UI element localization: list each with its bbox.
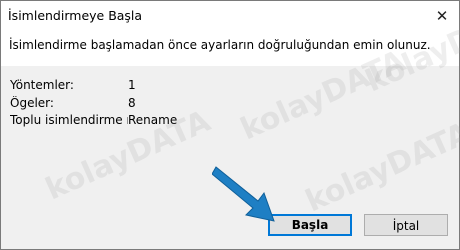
detail-value: 1: [128, 78, 136, 92]
detail-value: Rename: [128, 113, 178, 127]
detail-value: 8: [128, 96, 136, 110]
detail-label: Ögeler:: [10, 96, 54, 110]
title-bar: İsimlendirmeye Başla ✕: [1, 1, 459, 31]
confirmation-message: İsimlendirme başlamadan önce ayarların d…: [9, 38, 431, 52]
detail-label: Toplu isimlendirme m: [10, 113, 128, 127]
detail-label: Yöntemler:: [10, 78, 74, 92]
dialog-title: İsimlendirmeye Başla: [8, 8, 143, 23]
cancel-button[interactable]: İptal: [364, 214, 448, 236]
start-button[interactable]: Başla: [268, 214, 352, 236]
close-icon[interactable]: ✕: [425, 1, 459, 31]
dialog-window: İsimlendirmeye Başla ✕ İsimlendirme başl…: [0, 0, 460, 250]
